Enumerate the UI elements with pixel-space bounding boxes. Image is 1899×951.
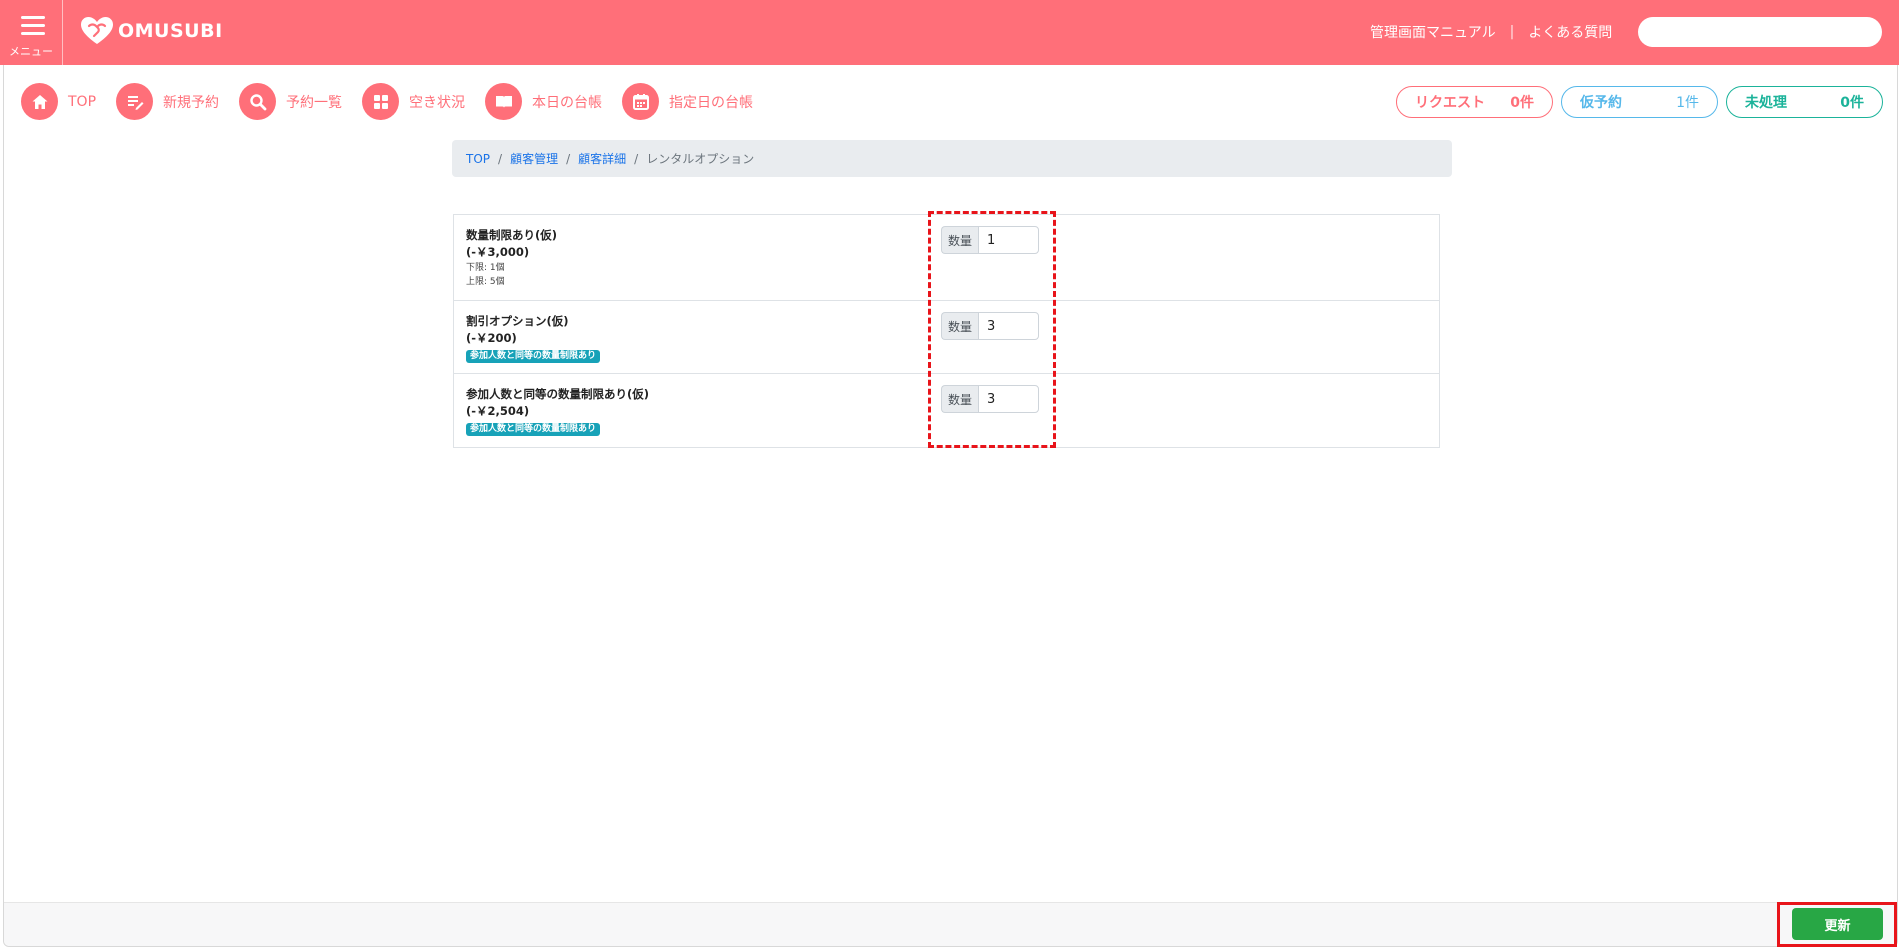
search-icon <box>239 83 277 120</box>
nav-item-today-ledger[interactable]: 本日の台帳 <box>485 83 602 120</box>
quantity-group: 数量 <box>941 312 1040 340</box>
nav-item-label: 予約一覧 <box>286 94 343 111</box>
nav-item-label: TOP <box>68 93 97 110</box>
link-separator: | <box>1509 24 1515 40</box>
nav-item-label: 空き状況 <box>409 94 466 111</box>
nav-item-label: 指定日の台帳 <box>669 94 754 111</box>
breadcrumb-customer-management[interactable]: 顧客管理 <box>510 150 558 167</box>
nav-item-top[interactable]: TOP <box>21 83 96 120</box>
quantity-group: 数量 <box>941 226 1040 254</box>
breadcrumb-separator: / <box>566 151 571 166</box>
breadcrumb-customer-detail[interactable]: 顧客詳細 <box>578 150 626 167</box>
nav-item-new-reservation[interactable]: 新規予約 <box>116 83 219 120</box>
request-count: 0件 <box>1510 95 1534 111</box>
menu-label: メニュー <box>9 45 53 58</box>
quantity-input[interactable] <box>978 312 1040 340</box>
hamburger-icon <box>21 16 45 40</box>
omusubi-logo[interactable]: OMUSUBI <box>80 15 223 47</box>
option-info: 参加人数と同等の数量制限あり(仮) (-￥2,504) 参加人数と同等の数量制限… <box>466 386 649 436</box>
edit-icon <box>116 83 154 120</box>
breadcrumb-top[interactable]: TOP <box>466 152 490 166</box>
quantity-label: 数量 <box>941 226 979 254</box>
quick-nav: TOP 新規予約 予約一覧 空き状況 本日の台帳 指定日の台帳 <box>21 83 773 120</box>
unprocessed-label: 未処理 <box>1745 95 1787 111</box>
nav-item-label: 本日の台帳 <box>532 94 603 111</box>
option-price: (-￥3,000) <box>466 245 530 259</box>
header-links: 管理画面マニュアル | よくある質問 <box>1370 22 1612 42</box>
header-search-input[interactable] <box>1638 17 1882 47</box>
breadcrumb-separator: / <box>634 151 639 166</box>
nav-item-label: 新規予約 <box>163 94 220 111</box>
nav-item-reservation-list[interactable]: 予約一覧 <box>239 83 342 120</box>
top-header: メニュー OMUSUBI 管理画面マニュアル | よくある質問 <box>0 0 1899 65</box>
unprocessed-count: 0件 <box>1840 95 1864 111</box>
option-row: 参加人数と同等の数量制限あり(仮) (-￥2,504) 参加人数と同等の数量制限… <box>454 374 1439 447</box>
manual-link[interactable]: 管理画面マニュアル <box>1370 22 1496 42</box>
home-icon <box>21 83 58 120</box>
nav-item-date-ledger[interactable]: 指定日の台帳 <box>622 83 753 120</box>
breadcrumb-current: レンタルオプション <box>646 152 755 166</box>
heart-logo-icon <box>81 17 113 44</box>
request-status-pill[interactable]: リクエスト 0件 <box>1396 86 1553 118</box>
participant-limit-badge: 参加人数と同等の数量制限あり <box>466 350 601 363</box>
unprocessed-status-pill[interactable]: 未処理 0件 <box>1726 86 1883 118</box>
quantity-label: 数量 <box>941 385 979 413</box>
footer-bar <box>4 902 1897 946</box>
option-info: 数量制限あり(仮) (-￥3,000) 下限: 1個 上限: 5個 <box>466 227 557 289</box>
provisional-label: 仮予約 <box>1580 95 1622 111</box>
option-row: 割引オプション(仮) (-￥200) 参加人数と同等の数量制限あり 数量 <box>454 301 1439 374</box>
provisional-count: 1件 <box>1676 95 1699 111</box>
menu-button[interactable]: メニュー <box>0 0 63 65</box>
option-upper-limit: 上限: 5個 <box>466 277 505 287</box>
logo-text: OMUSUBI <box>118 20 223 42</box>
request-label: リクエスト <box>1415 95 1485 111</box>
quantity-group: 数量 <box>941 385 1040 413</box>
breadcrumb-separator: / <box>498 151 503 166</box>
faq-link[interactable]: よくある質問 <box>1528 22 1612 42</box>
rental-options-table: 数量制限あり(仮) (-￥3,000) 下限: 1個 上限: 5個 数量 割引オ… <box>453 214 1440 448</box>
option-lower-limit: 下限: 1個 <box>466 263 505 273</box>
option-name: 参加人数と同等の数量制限あり(仮) <box>466 387 650 401</box>
breadcrumb: TOP / 顧客管理 / 顧客詳細 / レンタルオプション <box>452 140 1452 177</box>
option-info: 割引オプション(仮) (-￥200) 参加人数と同等の数量制限あり <box>466 313 601 363</box>
option-name: 数量制限あり(仮) <box>466 228 558 242</box>
nav-item-availability[interactable]: 空き状況 <box>362 83 465 120</box>
content-frame <box>3 65 1898 947</box>
calendar-icon <box>622 83 660 120</box>
option-row: 数量制限あり(仮) (-￥3,000) 下限: 1個 上限: 5個 数量 <box>454 215 1439 301</box>
quantity-input[interactable] <box>978 385 1040 413</box>
quantity-input[interactable] <box>978 226 1040 254</box>
participant-limit-badge: 参加人数と同等の数量制限あり <box>466 423 601 436</box>
update-button[interactable]: 更新 <box>1792 908 1883 940</box>
quantity-label: 数量 <box>941 312 979 340</box>
option-price: (-￥2,504) <box>466 404 530 418</box>
option-name: 割引オプション(仮) <box>466 314 569 328</box>
book-icon <box>485 83 523 120</box>
provisional-status-pill[interactable]: 仮予約 1件 <box>1561 86 1718 118</box>
grid-icon <box>362 83 400 120</box>
option-price: (-￥200) <box>466 331 517 345</box>
